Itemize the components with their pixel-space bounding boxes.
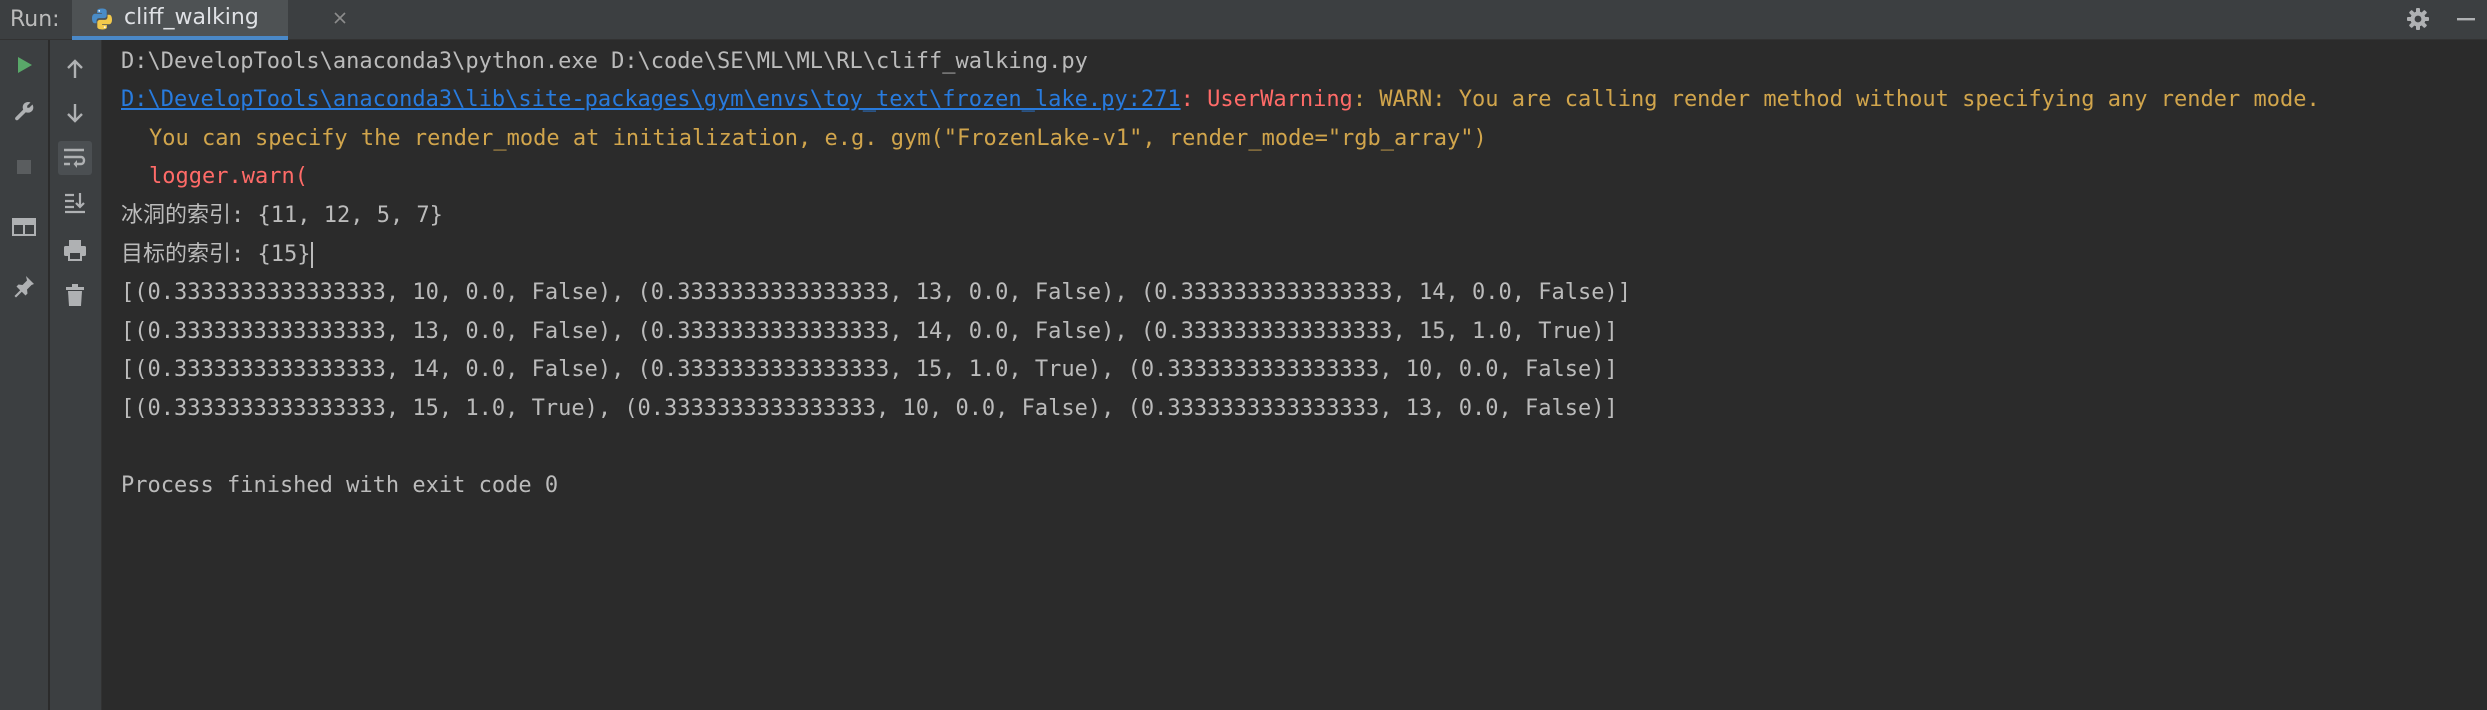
python-file-icon bbox=[92, 8, 112, 30]
edit-configuration-button[interactable] bbox=[7, 94, 41, 128]
console-output[interactable]: D:\DevelopTools\anaconda3\python.exe D:\… bbox=[102, 40, 2487, 710]
exit-status-line: Process finished with exit code 0 bbox=[121, 473, 559, 498]
run-toolbar: Run: cliff_walking bbox=[0, 0, 2487, 40]
command-line: D:\DevelopTools\anaconda3\python.exe D:\… bbox=[121, 49, 1088, 74]
console-actions-toolbar bbox=[50, 40, 102, 710]
transition-line: [(0.3333333333333333, 15, 1.0, True), (0… bbox=[121, 396, 1618, 421]
print-button[interactable] bbox=[58, 233, 92, 267]
run-tab-cliff-walking[interactable]: cliff_walking bbox=[72, 0, 346, 40]
previous-occurrence-button[interactable] bbox=[58, 52, 92, 86]
text-cursor bbox=[311, 242, 314, 268]
gear-icon[interactable] bbox=[2405, 6, 2431, 32]
pin-tab-button[interactable] bbox=[7, 269, 41, 303]
stop-icon bbox=[17, 160, 31, 174]
warning-line: D:\DevelopTools\anaconda3\lib\site-packa… bbox=[121, 81, 2320, 119]
minimize-icon[interactable] bbox=[2454, 6, 2478, 32]
wrench-icon bbox=[15, 101, 34, 121]
transition-line: [(0.3333333333333333, 10, 0.0, False), (… bbox=[121, 280, 1631, 305]
warning-hint-line: You can specify the render_mode at initi… bbox=[149, 126, 1487, 151]
scroll-to-end-icon bbox=[65, 193, 85, 214]
run-actions-toolbar bbox=[0, 40, 49, 710]
trash-icon bbox=[66, 284, 84, 306]
stop-button[interactable] bbox=[7, 150, 41, 184]
print-icon bbox=[64, 240, 86, 261]
rerun-button[interactable] bbox=[7, 48, 41, 82]
close-icon[interactable] bbox=[331, 9, 349, 27]
next-occurrence-button[interactable] bbox=[58, 96, 92, 130]
up-arrow-icon bbox=[67, 59, 83, 78]
warning-separator: : bbox=[1180, 87, 1208, 112]
goal-output-text: 目标的索引: {15} bbox=[121, 242, 311, 267]
soft-wrap-icon bbox=[64, 148, 86, 168]
run-icon bbox=[18, 57, 32, 73]
warning-message: : WARN: You are calling render method wi… bbox=[1352, 87, 2320, 112]
down-arrow-icon bbox=[67, 104, 83, 123]
warning-source-line: logger.warn( bbox=[149, 164, 308, 189]
restore-layout-button[interactable] bbox=[7, 210, 41, 244]
layout-icon bbox=[12, 218, 36, 236]
scroll-to-end-button[interactable] bbox=[58, 186, 92, 220]
run-label: Run: bbox=[10, 7, 60, 32]
run-tab-label: cliff_walking bbox=[124, 5, 259, 30]
warning-source-link[interactable]: D:\DevelopTools\anaconda3\lib\site-packa… bbox=[121, 87, 1181, 112]
goal-output-line: 目标的索引: {15} bbox=[121, 236, 314, 274]
soft-wrap-button[interactable] bbox=[58, 141, 92, 175]
holes-output-line: 冰洞的索引: {11, 12, 5, 7} bbox=[121, 203, 443, 228]
clear-all-button[interactable] bbox=[58, 278, 92, 312]
warning-type: UserWarning bbox=[1207, 87, 1353, 112]
pin-icon bbox=[14, 276, 34, 298]
transition-line: [(0.3333333333333333, 14, 0.0, False), (… bbox=[121, 357, 1618, 382]
transition-line: [(0.3333333333333333, 13, 0.0, False), (… bbox=[121, 319, 1618, 344]
